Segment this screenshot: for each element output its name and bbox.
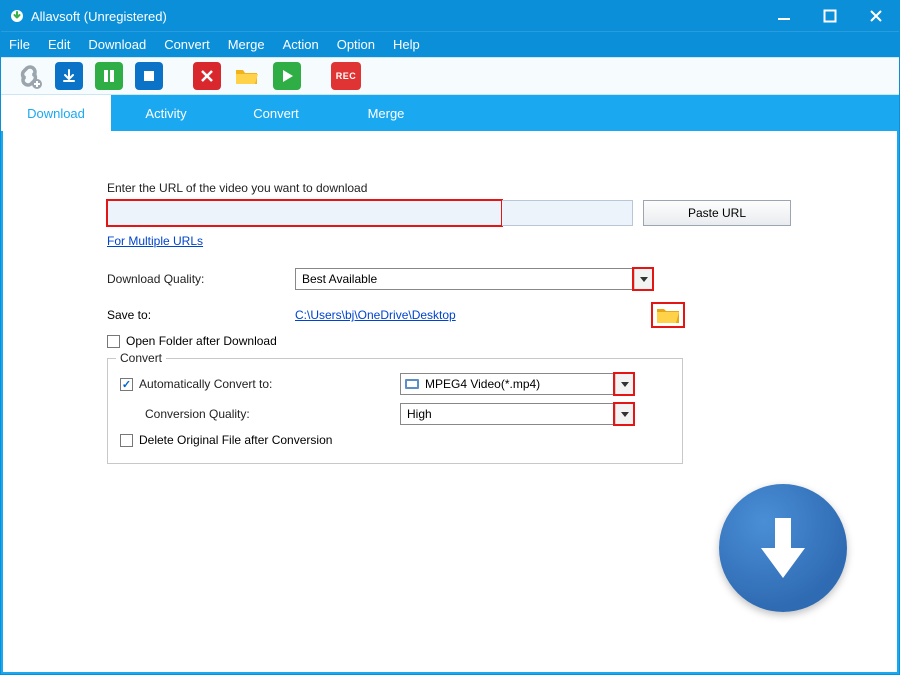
- url-prompt-label: Enter the URL of the video you want to d…: [107, 181, 807, 195]
- url-input[interactable]: [107, 200, 502, 226]
- convert-format-combo[interactable]: MPEG4 Video(*.mp4): [400, 373, 634, 395]
- play-icon[interactable]: [273, 62, 301, 90]
- convert-legend: Convert: [116, 351, 166, 365]
- video-format-icon: [401, 377, 419, 391]
- menu-edit[interactable]: Edit: [48, 37, 70, 52]
- minimize-button[interactable]: [773, 5, 795, 27]
- close-button[interactable]: [865, 5, 887, 27]
- menu-bar: File Edit Download Convert Merge Action …: [1, 31, 899, 57]
- menu-help[interactable]: Help: [393, 37, 420, 52]
- delete-original-checkbox[interactable]: [120, 434, 133, 447]
- conversion-quality-combo[interactable]: High: [400, 403, 634, 425]
- window-title: Allavsoft (Unregistered): [31, 9, 773, 24]
- url-input[interactable]: [502, 200, 633, 226]
- chevron-down-icon[interactable]: [615, 404, 633, 424]
- app-icon: [9, 8, 25, 24]
- delete-icon[interactable]: [193, 62, 221, 90]
- download-quality-label: Download Quality:: [107, 272, 295, 286]
- menu-download[interactable]: Download: [88, 37, 146, 52]
- paste-url-button[interactable]: Paste URL: [643, 200, 791, 226]
- browse-folder-icon[interactable]: [653, 304, 683, 326]
- delete-original-label: Delete Original File after Conversion: [139, 433, 332, 447]
- tab-activity[interactable]: Activity: [111, 95, 221, 131]
- auto-convert-label: Automatically Convert to:: [139, 377, 272, 391]
- content-area: Enter the URL of the video you want to d…: [1, 131, 899, 674]
- open-folder-checkbox[interactable]: [107, 335, 120, 348]
- tab-merge[interactable]: Merge: [331, 95, 441, 131]
- menu-option[interactable]: Option: [337, 37, 375, 52]
- tab-strip: Download Activity Convert Merge: [1, 95, 899, 131]
- open-folder-icon[interactable]: [233, 62, 261, 90]
- menu-merge[interactable]: Merge: [228, 37, 265, 52]
- download-quality-combo[interactable]: Best Available: [295, 268, 653, 290]
- menu-convert[interactable]: Convert: [164, 37, 210, 52]
- save-to-path-link[interactable]: C:\Users\bj\OneDrive\Desktop: [295, 308, 456, 322]
- stop-icon[interactable]: [135, 62, 163, 90]
- chevron-down-icon[interactable]: [634, 269, 652, 289]
- record-icon[interactable]: REC: [331, 62, 361, 90]
- paste-link-icon[interactable]: [15, 62, 43, 90]
- convert-fieldset: Convert Automatically Convert to: MPEG4 …: [107, 358, 683, 464]
- download-icon[interactable]: [55, 62, 83, 90]
- pause-icon[interactable]: [95, 62, 123, 90]
- toolbar: REC: [1, 57, 899, 95]
- big-download-button[interactable]: [719, 484, 847, 612]
- auto-convert-checkbox[interactable]: [120, 378, 133, 391]
- open-folder-label: Open Folder after Download: [126, 334, 277, 348]
- title-bar: Allavsoft (Unregistered): [1, 1, 899, 31]
- tab-convert[interactable]: Convert: [221, 95, 331, 131]
- tab-download[interactable]: Download: [1, 95, 111, 131]
- conversion-quality-label: Conversion Quality:: [145, 407, 250, 421]
- menu-action[interactable]: Action: [283, 37, 319, 52]
- maximize-button[interactable]: [819, 5, 841, 27]
- menu-file[interactable]: File: [9, 37, 30, 52]
- multiple-urls-link[interactable]: For Multiple URLs: [107, 234, 203, 248]
- save-to-label: Save to:: [107, 308, 295, 322]
- chevron-down-icon[interactable]: [615, 374, 633, 394]
